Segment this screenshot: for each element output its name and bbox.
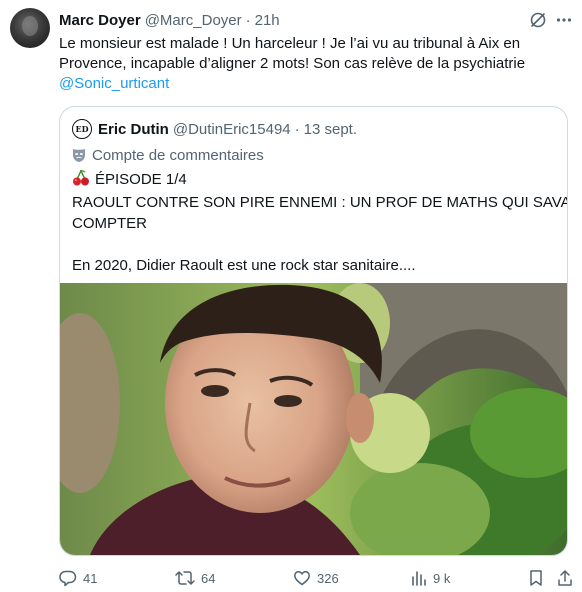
user-handle[interactable]: @Marc_Doyer xyxy=(145,12,242,29)
more-icon[interactable] xyxy=(553,9,575,31)
tweet-text-line: Le monsieur est malade ! Un harceleur ! … xyxy=(59,35,521,52)
views-icon xyxy=(411,569,427,587)
account-label: Compte de commentaires xyxy=(72,145,264,165)
quoted-display-name[interactable]: Eric Dutin xyxy=(98,121,169,138)
quoted-handle[interactable]: @DutinEric15494 xyxy=(173,121,291,138)
quoted-photo[interactable] xyxy=(60,283,567,555)
bookmark-button[interactable] xyxy=(528,566,544,590)
repost-button[interactable]: 64 xyxy=(175,566,215,590)
separator-dot: · xyxy=(245,11,251,29)
quoted-title-line: RAOULT CONTRE SON PIRE ENNEMI : UN PROF … xyxy=(72,194,568,211)
cherry-icon xyxy=(72,169,90,192)
mask-icon xyxy=(72,147,86,163)
quoted-tweet[interactable]: ED Eric Dutin @DutinEric15494 · 13 sept.… xyxy=(59,106,568,556)
quoted-avatar[interactable]: ED xyxy=(72,119,92,139)
episode-text: ÉPISODE 1/4 xyxy=(95,171,187,188)
tweet[interactable]: Marc Doyer @Marc_Doyer · 21h Le monsieur… xyxy=(0,0,582,592)
share-button[interactable] xyxy=(557,566,573,590)
separator-dot: · xyxy=(294,120,300,138)
tweet-header: Marc Doyer @Marc_Doyer · 21h xyxy=(59,10,280,30)
like-icon xyxy=(293,569,311,587)
bookmark-icon xyxy=(528,569,544,587)
reply-count: 41 xyxy=(83,570,98,586)
like-button[interactable]: 326 xyxy=(293,566,339,590)
like-count: 326 xyxy=(317,570,339,586)
share-icon xyxy=(557,569,573,587)
timestamp[interactable]: 21h xyxy=(255,12,280,29)
action-bar: 41 64 326 9 k xyxy=(0,566,582,590)
quoted-header: ED Eric Dutin @DutinEric15494 · 13 sept. xyxy=(72,119,357,139)
views-button[interactable]: 9 k xyxy=(411,566,450,590)
mention-link[interactable]: @Sonic_urticant xyxy=(59,74,564,94)
account-label-text: Compte de commentaires xyxy=(92,146,264,164)
tweet-text: Le monsieur est malade ! Un harceleur ! … xyxy=(59,34,564,94)
reply-icon xyxy=(59,569,77,587)
display-name[interactable]: Marc Doyer xyxy=(59,12,141,29)
tweet-text-line: Provence, incapable d’aligner 2 mots! So… xyxy=(59,55,526,72)
repost-icon xyxy=(175,569,195,587)
views-count: 9 k xyxy=(433,570,451,586)
quoted-title-line: COMPTER xyxy=(72,215,147,232)
episode-line: ÉPISODE 1/4 xyxy=(72,169,557,192)
avatar[interactable] xyxy=(10,8,50,48)
quoted-date: 13 sept. xyxy=(303,120,358,138)
reply-button[interactable]: 41 xyxy=(59,566,97,590)
grok-icon[interactable] xyxy=(527,9,549,31)
quoted-teaser: En 2020, Didier Raoult est une rock star… xyxy=(72,257,416,274)
repost-count: 64 xyxy=(201,570,216,586)
quoted-text: ÉPISODE 1/4 RAOULT CONTRE SON PIRE ENNEM… xyxy=(72,169,568,276)
